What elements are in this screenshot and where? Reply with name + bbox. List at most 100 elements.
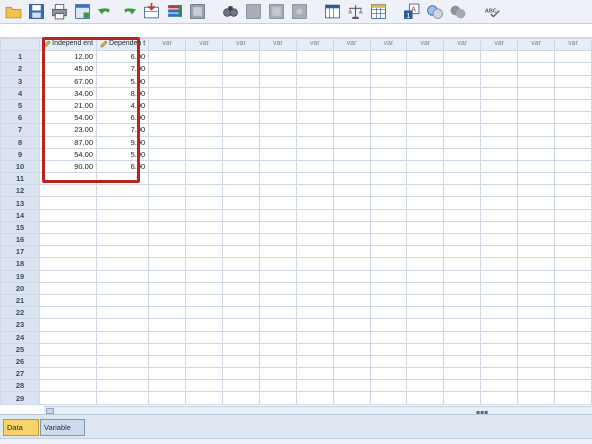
row-number[interactable]: 21 — [0, 293, 41, 308]
data-cell[interactable] — [295, 86, 334, 100]
data-cell[interactable] — [222, 367, 260, 381]
data-cell[interactable] — [480, 367, 519, 381]
data-cell[interactable] — [332, 86, 371, 100]
data-cell[interactable] — [148, 62, 187, 76]
save-icon[interactable] — [27, 2, 46, 21]
data-cell[interactable] — [554, 123, 592, 137]
data-cell[interactable] — [39, 196, 98, 210]
data-cell[interactable] — [185, 257, 223, 271]
data-cell[interactable] — [480, 293, 519, 308]
data-cell[interactable] — [517, 232, 556, 247]
use-sets-icon[interactable] — [425, 2, 444, 21]
data-cell[interactable] — [369, 306, 408, 320]
spell-check-icon[interactable]: ABC — [481, 2, 503, 21]
data-cell[interactable] — [332, 135, 371, 149]
data-cell[interactable] — [295, 232, 334, 247]
data-cell[interactable] — [554, 257, 592, 271]
column-header[interactable]: var — [222, 38, 260, 52]
data-cell[interactable] — [332, 367, 371, 381]
data-cell[interactable] — [517, 330, 556, 344]
data-cell[interactable] — [369, 330, 408, 344]
data-cell[interactable]: 54.00 — [39, 111, 98, 125]
data-cell[interactable] — [222, 342, 260, 356]
data-cell[interactable] — [406, 342, 445, 356]
data-cell[interactable] — [369, 172, 408, 186]
data-cell[interactable] — [222, 281, 260, 295]
data-cell[interactable] — [222, 391, 260, 405]
data-cell[interactable] — [369, 220, 408, 235]
data-cell[interactable] — [295, 367, 334, 381]
data-cell[interactable] — [406, 257, 445, 271]
data-cell[interactable] — [443, 281, 482, 295]
data-cell[interactable] — [332, 257, 371, 271]
data-cell[interactable] — [222, 318, 260, 332]
data-cell[interactable] — [332, 111, 371, 125]
data-cell[interactable] — [443, 354, 482, 369]
data-cell[interactable] — [185, 62, 223, 76]
data-cell[interactable] — [185, 232, 223, 247]
dialog-recall-icon[interactable] — [73, 2, 92, 21]
data-cell[interactable] — [39, 220, 98, 235]
data-cell[interactable] — [39, 184, 98, 198]
data-cell[interactable] — [185, 74, 223, 88]
data-cell[interactable] — [332, 98, 371, 113]
data-cell[interactable] — [443, 50, 482, 64]
data-cell[interactable] — [517, 269, 556, 283]
data-cell[interactable] — [443, 330, 482, 344]
data-cell[interactable]: 4.00 — [96, 98, 150, 113]
row-number[interactable]: 1 — [0, 50, 41, 64]
data-cell[interactable] — [554, 135, 592, 149]
data-cell[interactable] — [406, 208, 445, 222]
horizontal-scrollbar[interactable]: ▪▪▪ — [44, 406, 592, 416]
data-cell[interactable] — [258, 135, 297, 149]
data-cell[interactable] — [554, 196, 592, 210]
data-cell[interactable] — [554, 111, 592, 125]
data-cell[interactable] — [185, 330, 223, 344]
row-number[interactable]: 11 — [0, 172, 41, 186]
data-cell[interactable] — [406, 98, 445, 113]
data-cell[interactable] — [517, 208, 556, 222]
data-cell[interactable] — [222, 306, 260, 320]
data-cell[interactable] — [406, 147, 445, 161]
data-cell[interactable] — [443, 232, 482, 247]
data-cell[interactable] — [39, 232, 98, 247]
data-cell[interactable] — [406, 123, 445, 137]
data-cell[interactable] — [332, 354, 371, 369]
data-cell[interactable] — [480, 98, 519, 113]
data-cell[interactable] — [222, 123, 260, 137]
row-number[interactable]: 17 — [0, 245, 41, 259]
row-number[interactable]: 22 — [0, 306, 41, 320]
data-cell[interactable] — [258, 62, 297, 76]
data-cell[interactable] — [222, 196, 260, 210]
tab-data-view[interactable]: Data View — [3, 419, 39, 444]
data-cell[interactable] — [185, 281, 223, 295]
data-cell[interactable] — [295, 50, 334, 64]
row-number[interactable]: 9 — [0, 147, 41, 161]
data-cell[interactable] — [295, 281, 334, 295]
data-cell[interactable] — [517, 367, 556, 381]
data-cell[interactable] — [148, 184, 187, 198]
data-cell[interactable] — [480, 391, 519, 405]
data-cell[interactable] — [185, 306, 223, 320]
find-icon[interactable] — [221, 2, 240, 21]
column-header[interactable]: var — [517, 38, 556, 52]
data-cell[interactable]: 12.00 — [39, 50, 98, 64]
data-cell[interactable] — [222, 257, 260, 271]
data-cell[interactable] — [258, 281, 297, 295]
data-cell[interactable] — [443, 342, 482, 356]
data-cell[interactable] — [148, 86, 187, 100]
data-cell[interactable] — [185, 354, 223, 369]
data-cell[interactable] — [369, 50, 408, 64]
data-cell[interactable] — [369, 159, 408, 174]
data-cell[interactable] — [258, 306, 297, 320]
column-header[interactable]: var — [258, 38, 297, 52]
data-cell[interactable] — [332, 293, 371, 308]
data-cell[interactable] — [480, 269, 519, 283]
data-cell[interactable] — [185, 172, 223, 186]
data-cell[interactable] — [258, 293, 297, 308]
row-number[interactable]: 12 — [0, 184, 41, 198]
data-cell[interactable] — [96, 269, 150, 283]
data-cell[interactable]: 87.00 — [39, 135, 98, 149]
data-cell[interactable] — [369, 379, 408, 393]
data-cell[interactable] — [185, 123, 223, 137]
